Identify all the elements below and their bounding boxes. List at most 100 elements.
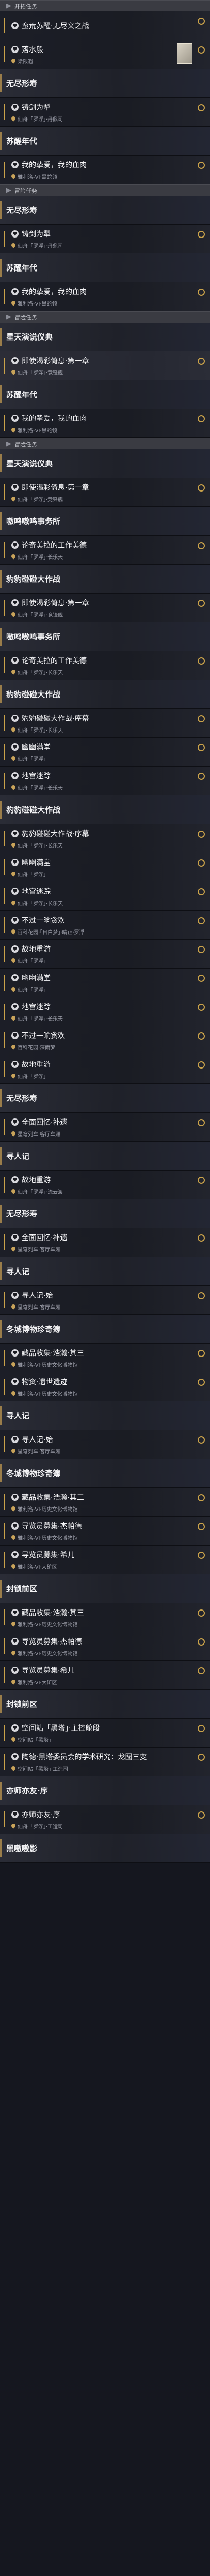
track-marker-icon[interactable] <box>198 104 205 111</box>
section-header[interactable]: 冒险任务 <box>0 184 210 196</box>
track-marker-icon[interactable] <box>198 46 205 54</box>
track-marker-icon[interactable] <box>198 715 205 722</box>
quest-card[interactable]: 导览员募集·杰帕德 雅利洛-VI·历史文化博物馆 <box>0 1517 210 1546</box>
track-marker-icon[interactable] <box>198 1436 205 1444</box>
quest-card[interactable]: 寻人记·始 星穹列车·客厅车厢 <box>0 1286 210 1315</box>
quest-group[interactable]: 封锁前区 <box>0 1574 210 1603</box>
quest-card[interactable]: 我的挚爱，我的血肉 雅利洛-VI·黑蛇领 <box>0 156 210 184</box>
track-marker-icon[interactable] <box>198 1811 205 1819</box>
quest-card[interactable]: 论奇美拉的工作美德 仙舟「罗浮」·长乐天 <box>0 651 210 680</box>
quest-card[interactable]: 不过一晌贪欢 百科花园·深雨梦 <box>0 1026 210 1055</box>
track-marker-icon[interactable] <box>198 1523 205 1530</box>
track-marker-icon[interactable] <box>198 1350 205 1357</box>
track-marker-icon[interactable] <box>198 1004 205 1011</box>
quest-card[interactable]: 陶德·黑塔委员会的学术研究：龙图三变 空间站「黑塔」·工造司 <box>0 1748 210 1776</box>
track-marker-icon[interactable] <box>198 484 205 492</box>
quest-card[interactable]: 地宫迷踪 仙舟「罗浮」·长乐天 <box>0 767 210 795</box>
quest-card[interactable]: 蛮荒苏醒·无尽义之战 <box>0 11 210 40</box>
track-marker-icon[interactable] <box>198 1667 205 1674</box>
quest-card[interactable]: 地宫迷踪 仙舟「罗浮」·长乐天 <box>0 882 210 911</box>
track-marker-icon[interactable] <box>198 773 205 780</box>
track-marker-icon[interactable] <box>198 358 205 365</box>
quest-card[interactable]: 导览员募集·希儿 雅利洛-VI·大矿区 <box>0 1546 210 1574</box>
track-marker-icon[interactable] <box>198 1119 205 1126</box>
track-marker-icon[interactable] <box>198 1379 205 1386</box>
quest-group[interactable]: 无尽形寿 <box>0 1199 210 1228</box>
track-marker-icon[interactable] <box>198 946 205 953</box>
quest-card[interactable]: 导览员募集·杰帕德 雅利洛-VI·历史文化博物馆 <box>0 1632 210 1661</box>
quest-card[interactable]: 豹豹碰碰大作战·序幕 仙舟「罗浮」·长乐天 <box>0 824 210 853</box>
track-marker-icon[interactable] <box>198 859 205 867</box>
quest-card[interactable]: 导览员募集·希儿 雅利洛-VI·大矿区 <box>0 1661 210 1690</box>
quest-card[interactable]: 空间站「黑塔」·主控舱段 空间站「黑塔」 <box>0 1719 210 1748</box>
quest-card[interactable]: 落水般 梁限遐 <box>0 40 210 69</box>
quest-card[interactable]: 物资·遗世遗迹 雅利洛-VI·历史文化博物馆 <box>0 1372 210 1401</box>
track-marker-icon[interactable] <box>198 1234 205 1242</box>
quest-card[interactable]: 故地重游 仙舟「罗浮」 <box>0 1055 210 1084</box>
section-header[interactable]: 冒险任务 <box>0 438 210 449</box>
track-marker-icon[interactable] <box>198 18 205 25</box>
quest-card[interactable]: 即使渴彩倚息·第一章 仙舟「罗浮」·竞锋舰 <box>0 478 210 507</box>
quest-card[interactable]: 寻人记·始 星穹列车·客厅车厢 <box>0 1430 210 1459</box>
track-marker-icon[interactable] <box>198 1177 205 1184</box>
track-marker-icon[interactable] <box>198 1609 205 1617</box>
track-marker-icon[interactable] <box>198 415 205 422</box>
quest-group[interactable]: 嗷鸣嗷鸣事务所 <box>0 622 210 651</box>
quest-group[interactable]: 豹豹碰碰大作战 <box>0 795 210 824</box>
section-header[interactable]: 冒险任务 <box>0 311 210 323</box>
quest-card[interactable]: 故地重游 仙舟「罗浮」 <box>0 940 210 969</box>
quest-group[interactable]: 星天演说仪典 <box>0 323 210 351</box>
track-marker-icon[interactable] <box>198 1494 205 1501</box>
quest-card[interactable]: 豹豹碰碰大作战·序幕 仙舟「罗浮」·长乐天 <box>0 709 210 738</box>
quest-group[interactable]: 苏醒年代 <box>0 127 210 156</box>
quest-card[interactable]: 不过一晌贪欢 百科花园·「日白梦」·晴正·罗浮 <box>0 911 210 940</box>
quest-card[interactable]: 故地重游 仙舟「罗浮」·流云渡 <box>0 1171 210 1199</box>
quest-group[interactable]: 寻人记 <box>0 1257 210 1286</box>
section-header[interactable]: 开拓任务 <box>0 0 210 11</box>
quest-group[interactable]: 寻人记 <box>0 1142 210 1171</box>
quest-group[interactable]: 苏醒年代 <box>0 253 210 282</box>
quest-card[interactable]: 即使渴彩倚息·第一章 仙舟「罗浮」·竞锋舰 <box>0 351 210 380</box>
track-marker-icon[interactable] <box>198 162 205 169</box>
track-marker-icon[interactable] <box>198 888 205 895</box>
quest-card[interactable]: 藏品收集·浩瀚·其三 雅利洛-VI·历史文化博物馆 <box>0 1488 210 1517</box>
quest-group[interactable]: 无尽形寿 <box>0 196 210 225</box>
quest-card[interactable]: 我的挚爱，我的血肉 雅利洛-VI·黑蛇领 <box>0 409 210 438</box>
track-marker-icon[interactable] <box>198 917 205 924</box>
quest-group[interactable]: 嗷鸣嗷鸣事务所 <box>0 507 210 536</box>
quest-group[interactable]: 亦师亦友·序 <box>0 1776 210 1805</box>
quest-card[interactable]: 铸剑为犁 仙舟「罗浮」·丹鼎司 <box>0 98 210 127</box>
quest-card[interactable]: 幽幽满堂 仙舟「罗浮」 <box>0 853 210 882</box>
track-marker-icon[interactable] <box>198 1638 205 1646</box>
quest-group[interactable]: 苏醒年代 <box>0 380 210 409</box>
track-marker-icon[interactable] <box>198 657 205 665</box>
track-marker-icon[interactable] <box>198 289 205 296</box>
track-marker-icon[interactable] <box>198 1552 205 1559</box>
quest-card[interactable]: 我的挚爱，我的血肉 雅利洛-VI·黑蛇领 <box>0 282 210 311</box>
quest-card[interactable]: 幽幽满堂 仙舟「罗浮」 <box>0 738 210 767</box>
quest-card[interactable]: 幽幽满堂 仙舟「罗浮」 <box>0 969 210 997</box>
quest-card[interactable]: 藏品收集·浩瀚·其三 雅利洛-VI·历史文化博物馆 <box>0 1603 210 1632</box>
track-marker-icon[interactable] <box>198 1754 205 1761</box>
track-marker-icon[interactable] <box>198 831 205 838</box>
quest-group[interactable]: 豹豹碰碰大作战 <box>0 565 210 594</box>
quest-group[interactable]: 无尽形寿 <box>0 69 210 98</box>
quest-group[interactable]: 冬城博物珍奇簿 <box>0 1315 210 1344</box>
track-marker-icon[interactable] <box>198 231 205 238</box>
track-marker-icon[interactable] <box>198 1292 205 1299</box>
quest-group[interactable]: 寻人记 <box>0 1401 210 1430</box>
quest-group[interactable]: 无尽形寿 <box>0 1084 210 1113</box>
track-marker-icon[interactable] <box>198 1725 205 1732</box>
track-marker-icon[interactable] <box>198 975 205 982</box>
quest-card[interactable]: 全面回忆·补遗 星穹列车·客厅车厢 <box>0 1113 210 1142</box>
quest-card[interactable]: 亦师亦友·序 仙舟「罗浮」·工造司 <box>0 1805 210 1834</box>
quest-group[interactable]: 豹豹碰碰大作战 <box>0 680 210 709</box>
track-marker-icon[interactable] <box>198 600 205 607</box>
quest-card[interactable]: 铸剑为犁 仙舟「罗浮」·丹鼎司 <box>0 225 210 253</box>
track-marker-icon[interactable] <box>198 1061 205 1069</box>
quest-group[interactable]: 黑嗷嗷影 <box>0 1834 210 1863</box>
quest-card[interactable]: 即使渴彩倚息·第一章 仙舟「罗浮」·竞锋舰 <box>0 594 210 622</box>
quest-card[interactable]: 全面回忆·补遗 星穹列车·客厅车厢 <box>0 1228 210 1257</box>
track-marker-icon[interactable] <box>198 744 205 751</box>
quest-card[interactable]: 地宫迷踪 仙舟「罗浮」·长乐天 <box>0 997 210 1026</box>
